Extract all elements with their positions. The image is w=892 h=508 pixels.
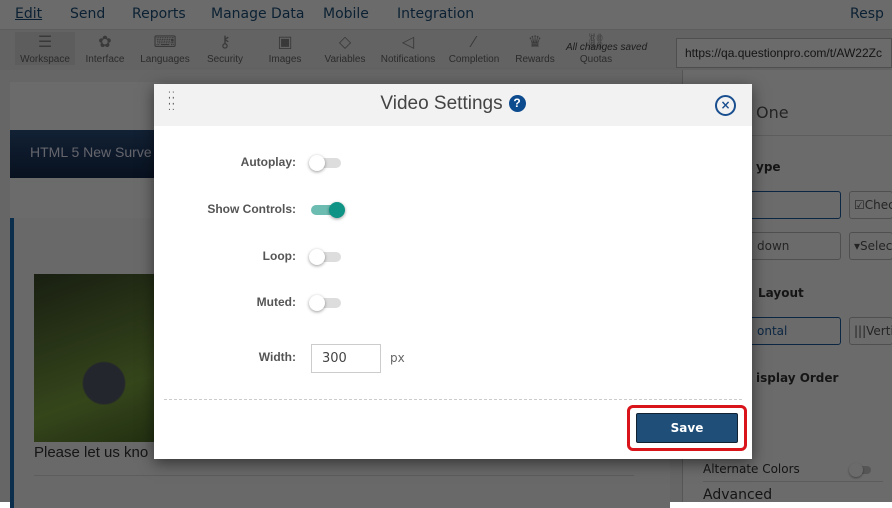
loop-toggle[interactable] (309, 249, 341, 265)
toolbar-label: Languages (140, 54, 190, 65)
show-controls-toggle[interactable] (311, 202, 345, 218)
width-unit: px (390, 351, 405, 365)
nav-integration[interactable]: Integration (397, 6, 474, 22)
setting-label: Autoplay: (240, 155, 296, 169)
btn-label: Selec (860, 239, 892, 253)
setting-label: Show Controls: (207, 202, 296, 216)
setting-width: Width: (154, 348, 752, 368)
setting-autoplay: Autoplay: (154, 153, 752, 173)
toolbar-label: Quotas (579, 54, 613, 65)
video-settings-modal: ⁚⁚ ⁚⁚ ⁚⁚ Video Settings? × Autoplay: Show … (154, 84, 752, 459)
modal-title: Video Settings? (154, 93, 752, 115)
muted-toggle[interactable] (309, 295, 341, 311)
toolbar-notifications[interactable]: ◁ Notifications (378, 32, 438, 65)
setting-label: Muted: (256, 295, 296, 309)
workspace-icon: ☰ (37, 34, 53, 51)
toolbar-variables[interactable]: ◇ Variables (315, 32, 375, 65)
toolbar-label: Rewards (515, 54, 555, 65)
palette-icon: ✿ (98, 34, 112, 51)
toolbar-languages[interactable]: ⌨ Languages (135, 32, 195, 65)
alternate-colors-toggle[interactable] (849, 463, 871, 477)
type-button-select[interactable]: ▾Selec (849, 232, 892, 260)
nav-mobile[interactable]: Mobile (323, 6, 369, 22)
wand-icon: ⁄ (472, 34, 476, 51)
nav-manage-data[interactable]: Manage Data (211, 6, 305, 22)
btn-label: Chec (864, 198, 892, 212)
setting-label: Width: (258, 350, 296, 364)
toolbar-rewards[interactable]: ♛ Rewards (505, 32, 565, 65)
save-button[interactable]: Save (636, 413, 738, 443)
autoplay-toggle[interactable] (309, 155, 341, 171)
top-nav: Edit Send Reports Manage Data Mobile Int… (0, 0, 892, 30)
toolbar-label: Notifications (380, 54, 436, 65)
help-icon[interactable]: ? (508, 95, 526, 112)
toolbar-label: Interface (85, 54, 125, 65)
key-icon: ⚷ (219, 34, 231, 51)
toolbar-interface[interactable]: ✿ Interface (75, 32, 135, 65)
toolbar-images[interactable]: ▣ Images (255, 32, 315, 65)
divider (34, 475, 634, 476)
megaphone-icon: ◁ (401, 34, 415, 51)
setting-label: Loop: (262, 249, 296, 263)
close-icon[interactable]: × (715, 95, 736, 116)
layout-button-vertical[interactable]: |||Verti (849, 317, 892, 345)
save-status: All changes saved (566, 42, 648, 53)
image-icon: ▣ (277, 34, 293, 51)
divider (703, 481, 883, 482)
layout-label: Layout (758, 286, 804, 300)
setting-loop: Loop: (154, 247, 752, 267)
toolbar-security[interactable]: ⚷ Security (195, 32, 255, 65)
btn-label: down (757, 239, 790, 253)
survey-url-field[interactable]: https://qa.questionpro.com/t/AW22Zc (676, 38, 892, 68)
toolbar-label: Completion (448, 54, 500, 65)
toolbar-label: Workspace (20, 54, 70, 65)
divider (164, 399, 742, 400)
toolbar-completion[interactable]: ⁄ Completion (444, 32, 504, 65)
setting-show-controls: Show Controls: (154, 200, 752, 220)
keyboard-icon: ⌨ (153, 34, 177, 51)
type-button-checkbox[interactable]: ☑Chec (849, 191, 892, 219)
alternate-colors-label: Alternate Colors (703, 462, 800, 476)
modal-title-text: Video Settings (380, 93, 503, 114)
display-order-label: isplay Order (756, 371, 839, 385)
trophy-icon: ♛ (527, 34, 543, 51)
nav-responses[interactable]: Resp (850, 6, 884, 22)
question-text[interactable]: Please let us kno (34, 444, 148, 461)
setting-muted: Muted: (154, 293, 752, 313)
btn-label: Verti (866, 324, 892, 338)
width-input[interactable]: 300 (311, 344, 381, 373)
nav-edit[interactable]: Edit (15, 6, 42, 22)
panel-heading: One (756, 103, 789, 122)
toolbar-label: Security (206, 54, 244, 65)
nav-reports[interactable]: Reports (132, 6, 186, 22)
nav-send[interactable]: Send (70, 6, 105, 22)
toolbar-workspace[interactable]: ☰ Workspace (15, 32, 75, 65)
toolbar-label: Variables (324, 54, 366, 65)
modal-header: ⁚⁚ ⁚⁚ ⁚⁚ Video Settings? × (154, 84, 752, 126)
type-label: ype (756, 160, 781, 174)
advanced-section[interactable]: Advanced (703, 487, 772, 503)
toolbar-label: Images (268, 54, 302, 65)
tag-icon: ◇ (338, 34, 352, 51)
btn-label: ontal (757, 324, 788, 338)
